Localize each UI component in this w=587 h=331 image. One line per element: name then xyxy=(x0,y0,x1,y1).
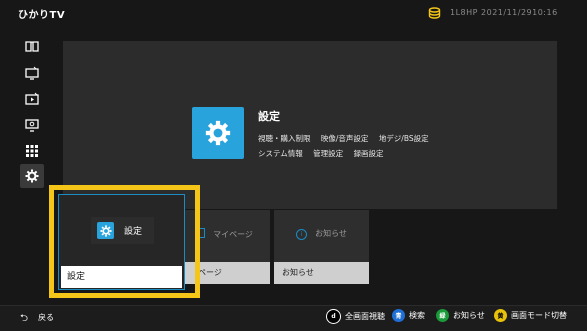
card-settings-title-text: 設定 xyxy=(124,227,143,237)
card-notice-label: お知らせ xyxy=(274,262,369,284)
hint-notice-label: お知らせ xyxy=(453,311,485,320)
hero-panel xyxy=(63,41,557,209)
card-settings-title: 設定 xyxy=(91,217,154,244)
sidebar-item-settings[interactable] xyxy=(20,164,44,188)
card-settings-label: 設定 xyxy=(61,266,182,288)
d-button-icon: d xyxy=(326,309,341,324)
sidebar-item-tv[interactable] xyxy=(20,61,44,85)
hint-fullscreen[interactable]: d 全画面視聴 xyxy=(326,309,385,324)
hero-menu-line-1: 視聴・購入制限 映像/音声設定 地デジ/BS設定 xyxy=(258,133,437,144)
sidebar-item-guide[interactable] xyxy=(20,34,44,58)
book-icon xyxy=(25,41,39,52)
sidebar-item-monitor[interactable] xyxy=(20,113,44,137)
back-button[interactable]: 戻る xyxy=(38,312,54,323)
gear-icon xyxy=(25,169,39,183)
menu-item-broadcast-settings[interactable]: 地デジ/BS設定 xyxy=(379,134,429,143)
card-notice[interactable]: i お知らせ お知らせ xyxy=(274,210,369,284)
menu-item-admin-settings[interactable]: 管理設定 xyxy=(313,149,343,158)
menu-item-av-settings[interactable]: 映像/音声設定 xyxy=(321,134,369,143)
green-button-icon: 緑 xyxy=(436,309,449,322)
grid-icon xyxy=(26,145,38,157)
tv-icon xyxy=(25,66,39,80)
back-icon: ⮌ xyxy=(20,313,29,324)
hint-screen-mode[interactable]: 黄 画面モード切替 xyxy=(494,309,567,322)
gear-icon xyxy=(205,120,231,146)
hero-menu-line-2: システム情報 管理設定 録画設定 xyxy=(258,148,392,159)
coin-icon xyxy=(428,7,441,19)
hint-search[interactable]: 青 検索 xyxy=(392,309,425,322)
hero-settings-tile xyxy=(192,107,244,159)
sidebar-item-apps[interactable] xyxy=(20,139,44,163)
video-icon xyxy=(25,92,39,105)
hint-screen-mode-label: 画面モード切替 xyxy=(511,311,567,320)
blue-button-icon: 青 xyxy=(392,309,405,322)
gear-icon xyxy=(97,222,114,239)
hint-search-label: 検索 xyxy=(409,311,425,320)
monitor-icon xyxy=(25,119,39,132)
hint-notice[interactable]: 緑 お知らせ xyxy=(436,309,485,322)
card-notice-title: i お知らせ xyxy=(274,228,369,240)
app-logo: ひかりTV xyxy=(18,10,66,21)
info-icon: i xyxy=(296,229,308,240)
menu-item-recording-settings[interactable]: 録画設定 xyxy=(354,149,384,158)
account-info: 1L8HP 2021/11/2910:16 xyxy=(450,8,558,17)
page-title: 設定 xyxy=(258,110,280,123)
sidebar-item-video[interactable] xyxy=(20,87,44,111)
yellow-button-icon: 黄 xyxy=(494,309,507,322)
hint-fullscreen-label: 全画面視聴 xyxy=(345,312,385,321)
menu-item-system-info[interactable]: システム情報 xyxy=(258,149,303,158)
menu-item-viewing-restriction[interactable]: 視聴・購入制限 xyxy=(258,134,311,143)
